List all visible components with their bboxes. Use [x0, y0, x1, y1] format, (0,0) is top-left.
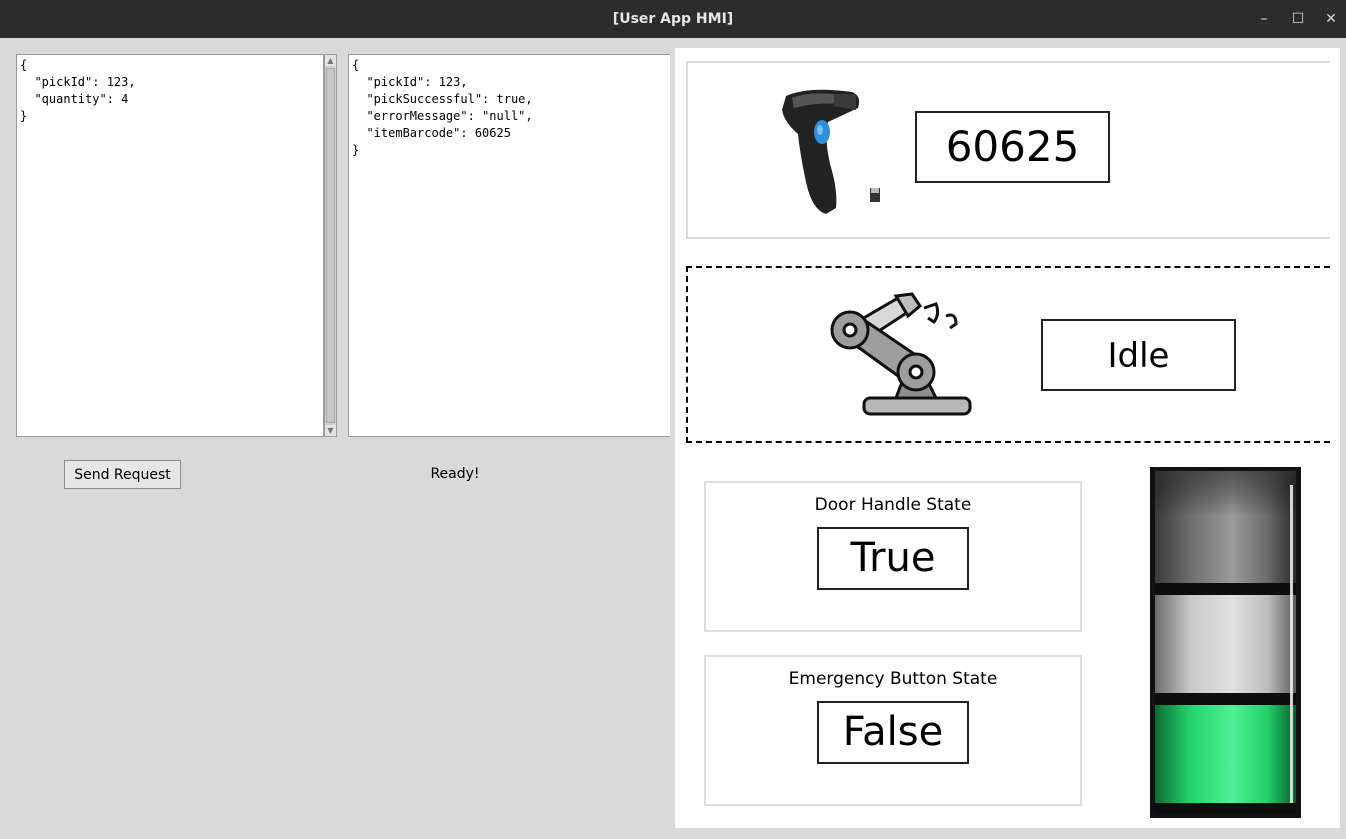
request-json-textbox[interactable]: { "pickId": 123, "quantity": 4 }: [16, 54, 324, 437]
signal-tower-light: [1150, 467, 1301, 818]
robot-state-display: Idle: [1041, 319, 1236, 391]
send-request-button[interactable]: Send Request: [64, 460, 181, 489]
scroll-down-arrow-icon[interactable]: ▼: [325, 425, 336, 436]
response-json-textbox[interactable]: { "pickId": 123, "pickSuccessful": true,…: [348, 54, 670, 437]
scrollbar-thumb[interactable]: [326, 68, 335, 423]
minimize-button[interactable]: –: [1249, 0, 1279, 38]
tower-segment-bottom: [1155, 705, 1296, 803]
close-button[interactable]: ✕: [1316, 0, 1346, 38]
door-handle-label: Door Handle State: [814, 495, 972, 515]
barcode-scanner-icon: [782, 89, 880, 214]
scroll-up-arrow-icon[interactable]: ▲: [325, 55, 336, 66]
title-bar: [User App HMI] – ☐ ✕: [0, 0, 1346, 38]
window-title: [User App HMI]: [612, 11, 734, 27]
tower-segment-middle: [1155, 595, 1296, 693]
maximize-button[interactable]: ☐: [1283, 0, 1313, 38]
emergency-button-label: Emergency Button State: [788, 669, 998, 689]
emergency-button-value: False: [817, 701, 969, 764]
status-text: Ready!: [430, 466, 480, 482]
request-scrollbar[interactable]: ▲ ▼: [324, 54, 337, 437]
door-handle-value: True: [817, 527, 969, 590]
barcode-value-display: 60625: [915, 111, 1110, 183]
robot-arm-icon: [830, 292, 972, 416]
